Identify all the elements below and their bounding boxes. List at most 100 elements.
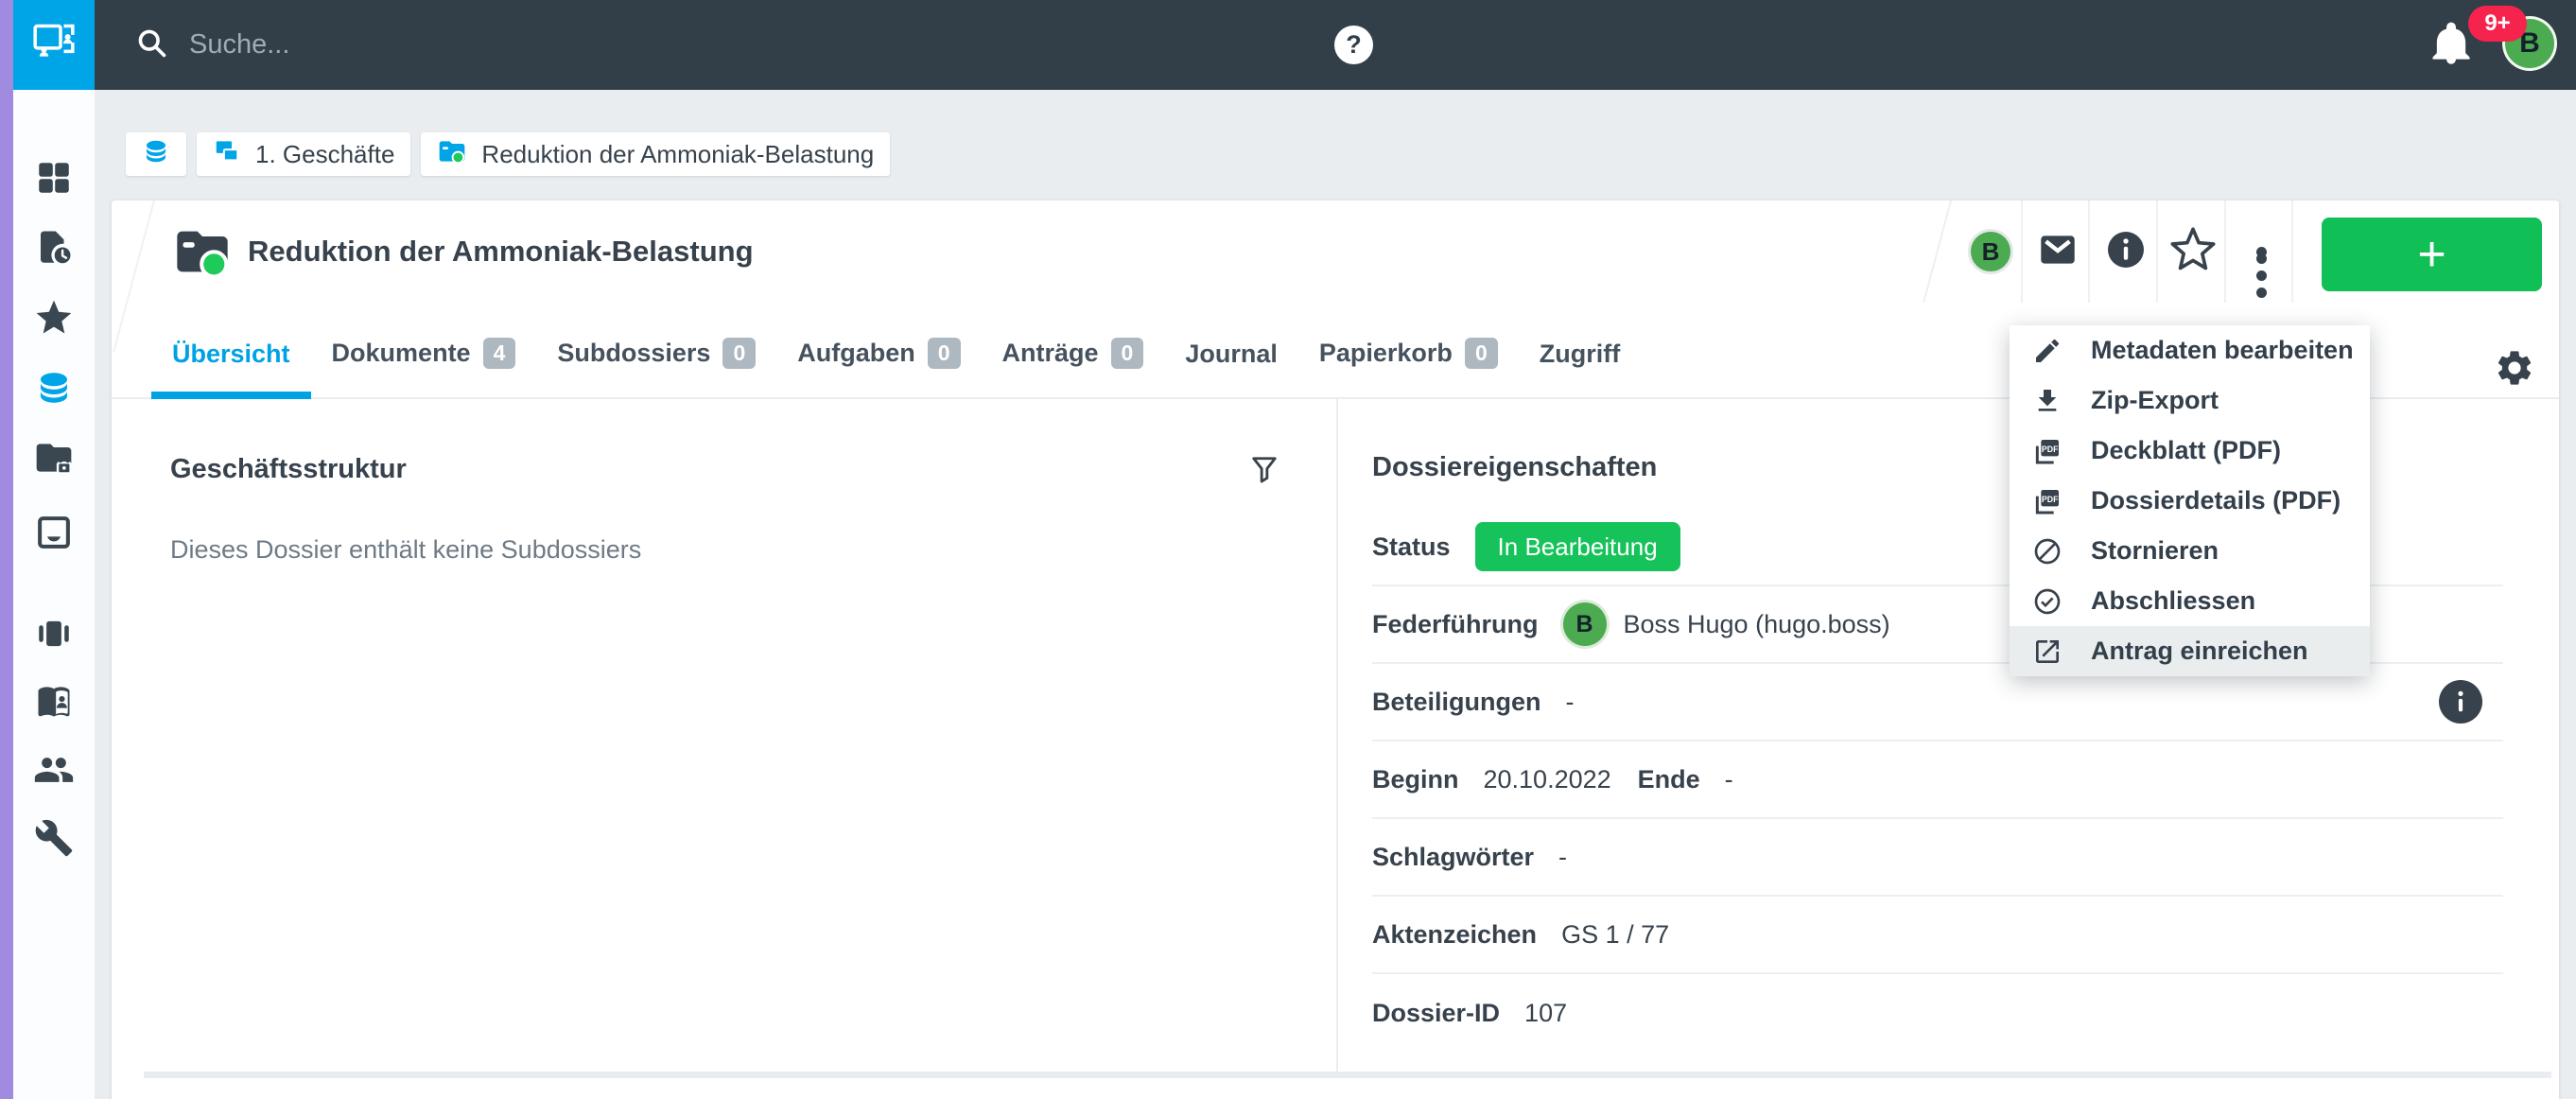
property-label: Aktenzeichen — [1372, 920, 1537, 950]
avatar: B — [1563, 602, 1607, 646]
tab-count-badge: 0 — [722, 338, 756, 369]
tab-count-badge: 0 — [928, 338, 961, 369]
inbox-tray-icon — [34, 513, 74, 557]
breadcrumb-label: Reduktion der Ammoniak-Belastung — [481, 140, 874, 169]
status-badge: In Bearbeitung — [1475, 522, 1680, 571]
tab-label: Journal — [1185, 340, 1278, 369]
property-label: Beteiligungen — [1372, 688, 1541, 717]
email-button[interactable] — [2029, 201, 2086, 303]
more-actions-button[interactable] — [2233, 201, 2289, 303]
help-button[interactable]: ? — [1334, 26, 1373, 64]
property-value: Boss Hugo (hugo.boss) — [1624, 610, 1890, 639]
app-logo[interactable] — [13, 0, 95, 90]
sidebar-accent-strip — [0, 0, 13, 1099]
sidebar-item-favorites[interactable] — [13, 293, 95, 346]
sidebar-item-boards[interactable] — [13, 609, 95, 662]
sidebar-item-private-folder[interactable] — [13, 433, 95, 486]
property-value: - — [1725, 765, 1733, 794]
filter-icon[interactable] — [1247, 452, 1281, 486]
app-logo-icon — [27, 16, 80, 74]
panel-title: Geschäftsstruktur — [170, 454, 407, 485]
svg-text:PDF: PDF — [2042, 494, 2059, 503]
tab-label: Subdossiers — [557, 339, 710, 368]
dossier-header: Reduktion der Ammoniak-Belastung B — [112, 201, 2559, 303]
property-label: Dossier-ID — [1372, 999, 1500, 1028]
breadcrumb-label: 1. Geschäfte — [255, 140, 394, 169]
notification-count-badge: 9+ — [2468, 6, 2527, 42]
properties-panel: Dossiereigenschaften Status In Bearbeitu… — [1338, 399, 2559, 1052]
cancel-icon — [2032, 536, 2063, 567]
pdf-icon: PDF — [2032, 436, 2063, 466]
property-label: Status — [1372, 532, 1451, 562]
property-row-dates: Beginn 20.10.2022 Ende - — [1372, 741, 2503, 819]
breadcrumb-businesses[interactable]: 1. Geschäfte — [197, 132, 410, 176]
sidebar-item-admin[interactable] — [13, 813, 95, 866]
property-label: Schlagwörter — [1372, 843, 1534, 872]
property-label: Beginn — [1372, 765, 1459, 794]
tab-label: Aufgaben — [797, 339, 915, 368]
sidebar — [13, 90, 95, 1099]
tab-count-badge: 0 — [1111, 338, 1144, 369]
star-outline-icon — [2168, 225, 2218, 279]
page-title: Reduktion der Ammoniak-Belastung — [248, 201, 754, 303]
kebab-menu-icon — [2256, 247, 2267, 257]
menu-item-edit-metadata[interactable]: Metadaten bearbeiten — [2010, 325, 2370, 375]
tab-label: Übersicht — [172, 340, 290, 369]
property-value: 107 — [1524, 999, 1567, 1028]
tab-dokumente[interactable]: Dokumente 4 — [311, 338, 537, 397]
decor-diagonal — [1923, 201, 1952, 303]
separator — [2088, 201, 2090, 303]
structure-panel: Geschäftsstruktur Dieses Dossier enthält… — [112, 399, 1336, 565]
search-icon[interactable] — [134, 26, 168, 64]
tab-uebersicht[interactable]: Übersicht — [151, 340, 311, 397]
menu-item-details-pdf[interactable]: PDF Dossierdetails (PDF) — [2010, 476, 2370, 526]
folder-lock-icon — [33, 437, 75, 483]
sidebar-item-inbox[interactable] — [13, 508, 95, 561]
property-label: Ende — [1638, 765, 1700, 794]
sidebar-item-contacts[interactable] — [13, 677, 95, 730]
info-button[interactable] — [2097, 201, 2154, 303]
menu-item-cover-pdf[interactable]: PDF Deckblatt (PDF) — [2010, 426, 2370, 476]
sidebar-item-recent-documents[interactable] — [13, 223, 95, 276]
tab-label: Papierkorb — [1319, 339, 1453, 368]
menu-item-label: Deckblatt (PDF) — [2091, 436, 2281, 465]
menu-item-cancel-dossier[interactable]: Stornieren — [2010, 526, 2370, 576]
sidebar-item-users[interactable] — [13, 745, 95, 798]
breadcrumb-dossier[interactable]: Reduktion der Ammoniak-Belastung — [421, 132, 890, 176]
add-button[interactable]: + — [2322, 218, 2542, 291]
lead-user-button[interactable]: B — [1962, 201, 2019, 303]
pdf-icon: PDF — [2032, 486, 2063, 516]
participations-info-icon[interactable] — [2439, 680, 2482, 724]
menu-item-submit-request[interactable]: Antrag einreichen — [2010, 626, 2370, 676]
file-clock-icon — [34, 228, 74, 272]
star-icon — [33, 297, 75, 343]
tab-subdossiers[interactable]: Subdossiers 0 — [536, 338, 776, 397]
sidebar-item-dashboard[interactable] — [13, 153, 95, 206]
tab-count-badge: 4 — [483, 338, 516, 369]
favorite-button[interactable] — [2165, 201, 2221, 303]
property-row-reference: Aktenzeichen GS 1 / 77 — [1372, 897, 2503, 974]
tab-journal[interactable]: Journal — [1164, 340, 1298, 397]
separator — [2156, 201, 2158, 303]
sidebar-item-businesses[interactable] — [13, 363, 95, 416]
tab-label: Dokumente — [332, 339, 471, 368]
tab-zugriff[interactable]: Zugriff — [1519, 340, 1641, 397]
property-label: Federführung — [1372, 610, 1539, 639]
menu-item-zip-export[interactable]: Zip-Export — [2010, 375, 2370, 426]
tab-antraege[interactable]: Anträge 0 — [982, 338, 1165, 397]
search-input[interactable] — [189, 29, 851, 61]
property-row-keywords: Schlagwörter - — [1372, 819, 2503, 897]
menu-item-close-dossier[interactable]: Abschliessen — [2010, 576, 2370, 626]
property-value: - — [1558, 843, 1567, 872]
settings-gear-icon[interactable] — [2494, 347, 2535, 389]
carousel-icon — [34, 614, 74, 658]
card-footer-divider — [144, 1072, 2551, 1078]
panel-title: Dossiereigenschaften — [1372, 452, 2559, 483]
context-menu: Metadaten bearbeiten Zip-Export PDF Deck… — [2010, 325, 2370, 676]
database-icon — [34, 368, 74, 412]
breadcrumb: 1. Geschäfte Reduktion der Ammoniak-Bela… — [126, 132, 890, 176]
tab-aufgaben[interactable]: Aufgaben 0 — [776, 338, 981, 397]
menu-item-label: Abschliessen — [2091, 586, 2255, 616]
breadcrumb-root[interactable] — [126, 132, 186, 176]
tab-papierkorb[interactable]: Papierkorb 0 — [1298, 338, 1519, 397]
